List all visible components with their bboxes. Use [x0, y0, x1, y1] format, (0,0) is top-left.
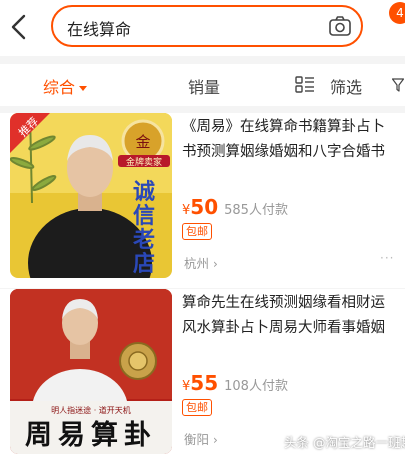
camera-icon[interactable]	[329, 16, 351, 36]
vertical-char-4: 店	[133, 252, 155, 277]
free-shipping-tag: 包邮	[182, 399, 212, 416]
shop-location[interactable]: 杭州 ›	[184, 253, 218, 272]
product-image[interactable]: 金 金牌卖家 诚 信 老 店 推荐	[10, 113, 172, 278]
back-arrow-icon[interactable]	[8, 14, 30, 40]
sort-filter-bar: 综合 销量 筛选	[0, 64, 405, 106]
price-value: 55	[190, 371, 219, 395]
location-text: 杭州	[184, 256, 210, 271]
list-layout-icon[interactable]	[295, 76, 315, 94]
free-shipping-tag: 包邮	[182, 223, 212, 240]
sales-count: 585人付款	[224, 203, 288, 218]
price-row: ¥50 585人付款	[182, 195, 288, 219]
product-title[interactable]: 算命先生在线预测姻缘看相财运 风水算卦占卜周易大师看事婚姻	[182, 291, 405, 341]
search-query-text: 在线算命	[67, 20, 132, 39]
product-title[interactable]: 《周易》在线算命书籍算卦占卜 书预测算姻缘婚姻和八字合婚书	[182, 115, 405, 165]
product-image[interactable]: 明人指迷途 · 道开天机 周易算卦	[10, 289, 172, 454]
caret-down-icon	[79, 86, 88, 91]
tab-sales-label: 销量	[188, 78, 221, 97]
notification-badge[interactable]: 4	[389, 2, 405, 24]
vertical-char-3: 老	[132, 228, 155, 253]
product-title-line: 书预测算姻缘婚姻和八字合婚书	[182, 144, 385, 160]
tab-sales[interactable]: 销量	[188, 74, 220, 98]
product-card[interactable]: 金 金牌卖家 诚 信 老 店 推荐 《周易》在线算命书籍算卦占卜 书预测算姻缘婚…	[0, 113, 405, 288]
search-input[interactable]: 在线算命	[51, 5, 363, 47]
sales-count: 108人付款	[224, 379, 288, 394]
filter-button[interactable]: 筛选	[330, 74, 362, 98]
watermark: 头条 @淘宝之路一班趟	[284, 435, 405, 450]
filter-label: 筛选	[330, 78, 363, 97]
seal-label-text: 金牌卖家	[126, 156, 162, 168]
product-title-line: 风水算卦占卜周易大师看事婚姻	[182, 320, 385, 336]
product-title-line: 《周易》在线算命书籍算卦占卜	[182, 119, 385, 135]
vertical-char-2: 信	[133, 203, 155, 229]
tab-comprehensive[interactable]: 综合	[43, 74, 88, 98]
image-caption-big: 周易算卦	[25, 419, 157, 451]
image-caption-small: 明人指迷途 · 道开天机	[51, 405, 131, 415]
chevron-right-icon: ›	[213, 257, 218, 271]
product-title-line: 算命先生在线预测姻缘看相财运	[182, 295, 385, 311]
price-row: ¥55 108人付款	[182, 371, 288, 395]
seal-char-text: 金	[135, 133, 150, 151]
more-options-icon[interactable]: ···	[380, 251, 394, 265]
funnel-icon[interactable]	[392, 78, 404, 92]
price-value: 50	[190, 195, 219, 219]
chevron-right-icon: ›	[213, 433, 218, 447]
location-text: 衡阳	[184, 432, 210, 447]
vertical-char-1: 诚	[133, 180, 155, 205]
tab-comprehensive-label: 综合	[43, 78, 76, 97]
shop-location[interactable]: 衡阳 ›	[184, 429, 218, 448]
search-header: 在线算命 4	[0, 0, 405, 56]
